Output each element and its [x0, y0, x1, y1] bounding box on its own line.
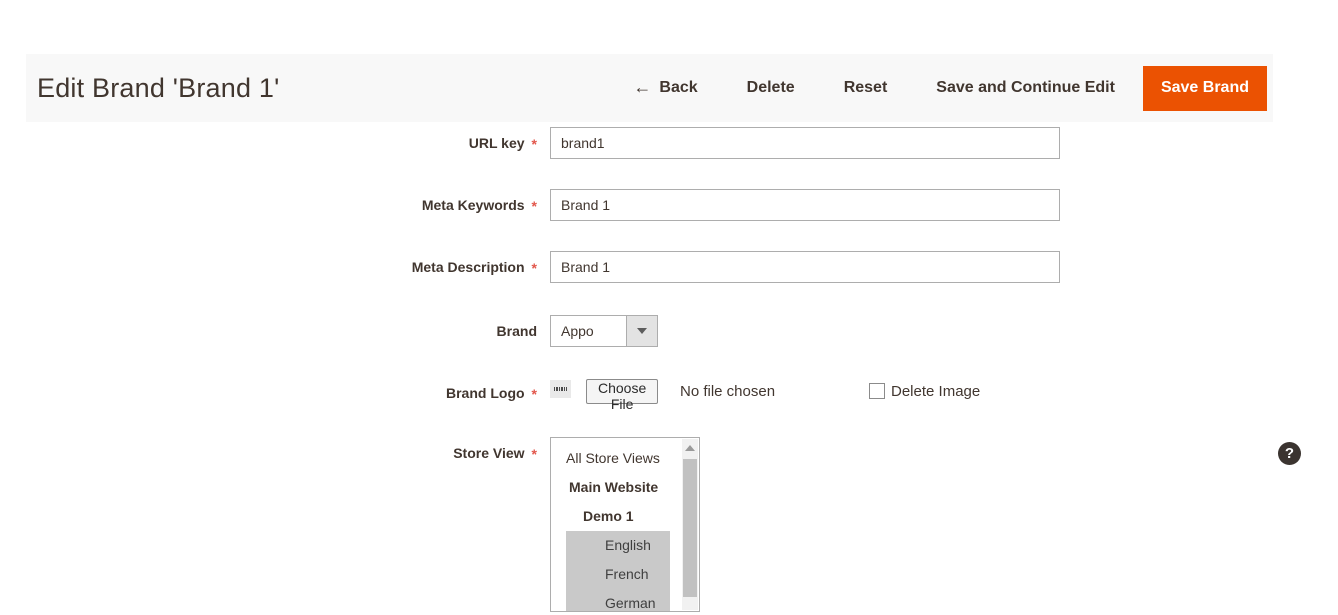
store-view-option[interactable]: English	[566, 531, 670, 560]
chevron-down-icon	[637, 328, 647, 334]
brand-select[interactable]: Appo	[550, 315, 658, 347]
required-asterisk: *	[532, 260, 537, 276]
help-icon[interactable]: ?	[1278, 442, 1301, 465]
brand-select-value: Appo	[561, 316, 594, 346]
scrollbar-up-icon[interactable]	[685, 445, 695, 451]
back-button-label: Back	[659, 79, 697, 97]
store-view-option[interactable]: French	[566, 560, 670, 589]
page-header: Edit Brand 'Brand 1' ← Back Delete Reset…	[26, 54, 1273, 122]
delete-button[interactable]: Delete	[747, 79, 795, 97]
delete-image-checkbox[interactable]	[869, 383, 885, 399]
store-view-option[interactable]: All Store Views	[551, 444, 699, 473]
reset-button[interactable]: Reset	[844, 79, 888, 97]
meta-description-label: Meta Description*	[0, 251, 537, 283]
store-view-option[interactable]: Demo 1	[551, 502, 699, 531]
meta-keywords-input[interactable]	[550, 189, 1060, 221]
store-view-option[interactable]: German	[566, 589, 670, 612]
required-asterisk: *	[532, 446, 537, 462]
store-view-label: Store View*	[0, 437, 537, 469]
choose-file-button[interactable]: Choose File	[586, 379, 658, 404]
save-and-continue-button[interactable]: Save and Continue Edit	[936, 79, 1115, 97]
scrollbar-thumb[interactable]	[683, 459, 697, 597]
url-key-label: URL key*	[0, 127, 537, 159]
no-file-chosen-text: No file chosen	[680, 380, 775, 404]
save-brand-button[interactable]: Save Brand	[1143, 66, 1267, 111]
store-view-options: All Store ViewsMain WebsiteDemo 1English…	[551, 444, 699, 612]
back-arrow-icon: ←	[633, 78, 651, 96]
delete-image-label: Delete Image	[891, 380, 980, 404]
selected-options-block: EnglishFrenchGerman	[566, 531, 670, 612]
store-view-option[interactable]: Main Website	[551, 473, 699, 502]
brand-logo-thumbnail	[550, 380, 571, 398]
back-button[interactable]: ← Back	[633, 79, 697, 97]
brand-select-arrow-button[interactable]	[626, 316, 657, 346]
required-asterisk: *	[532, 136, 537, 152]
meta-description-input[interactable]	[550, 251, 1060, 283]
required-asterisk: *	[532, 198, 537, 214]
store-view-scrollbar[interactable]	[682, 439, 698, 610]
url-key-input[interactable]	[550, 127, 1060, 159]
required-asterisk: *	[532, 386, 537, 402]
edit-brand-page: Edit Brand 'Brand 1' ← Back Delete Reset…	[0, 0, 1338, 615]
brand-logo-label: Brand Logo*	[0, 377, 537, 409]
meta-keywords-label: Meta Keywords*	[0, 189, 537, 221]
store-view-list[interactable]: All Store ViewsMain WebsiteDemo 1English…	[550, 437, 700, 612]
page-title: Edit Brand 'Brand 1'	[37, 73, 279, 104]
logo-image-icon	[554, 387, 567, 391]
brand-label: Brand	[0, 315, 537, 347]
header-actions: ← Back Delete Reset Save and Continue Ed…	[633, 66, 1267, 111]
